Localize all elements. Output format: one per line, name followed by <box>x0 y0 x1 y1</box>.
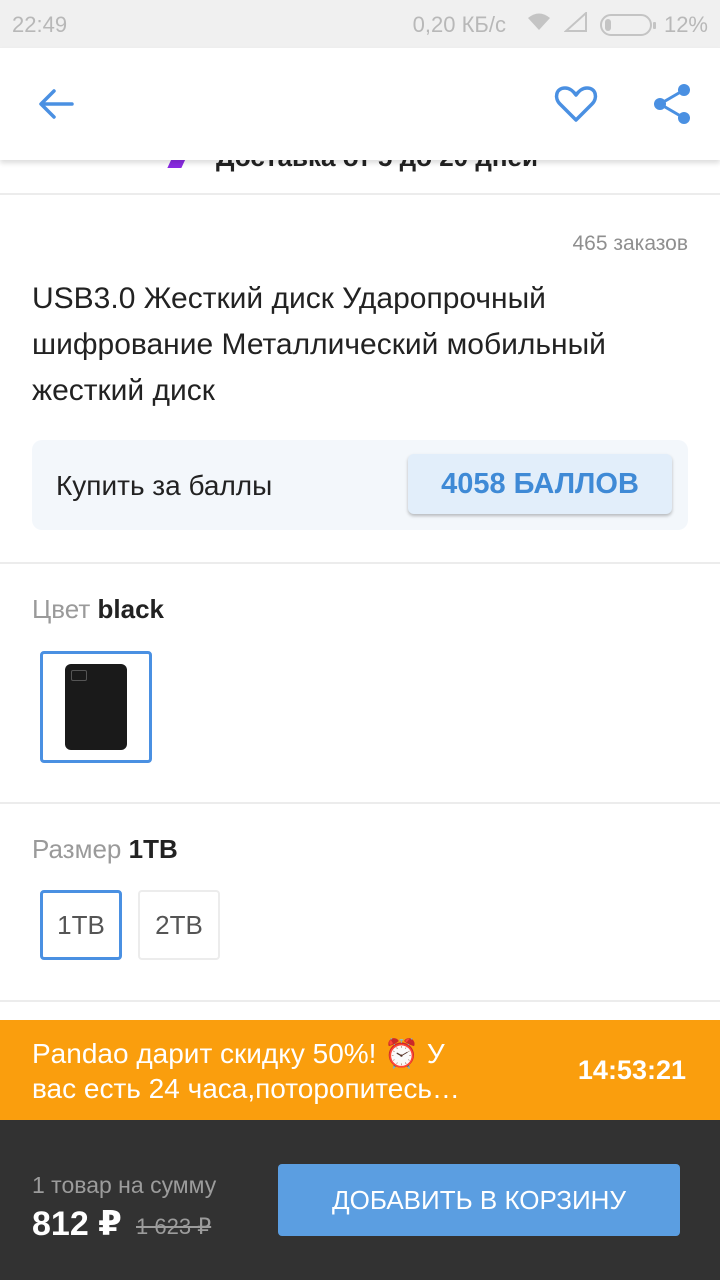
share-button[interactable] <box>644 76 700 132</box>
size-option-label: Размер 1TB <box>32 834 178 865</box>
old-price: 1 623 ₽ <box>136 1214 212 1239</box>
size-label: Размер <box>32 834 122 864</box>
points-label: Купить за баллы <box>56 470 273 501</box>
signal-icon <box>563 10 588 38</box>
color-option-label: Цвет black <box>32 594 164 625</box>
hard-drive-image <box>65 664 127 750</box>
bottom-purchase-bar: 1 товар на сумму 812 ₽ 1 623 ₽ ДОБАВИТЬ … <box>0 1120 720 1280</box>
status-indicators: 0,20 КБ/с 12% <box>412 10 708 38</box>
battery-level: 12% <box>663 12 708 37</box>
battery-icon <box>599 14 656 36</box>
buy-with-points-button[interactable]: 4058 БАЛЛОВ <box>408 454 672 514</box>
status-bar: 22:49 0,20 КБ/с 12% <box>0 0 720 48</box>
color-label: Цвет <box>32 594 91 624</box>
arrow-left-icon <box>39 89 74 119</box>
size-option-1tb[interactable]: 1TB <box>40 890 122 960</box>
heart-icon <box>554 86 598 122</box>
cart-summary-label: 1 товар на сумму <box>32 1172 217 1198</box>
orders-count: 465 заказов <box>572 232 689 255</box>
color-selected-value: black <box>97 594 165 624</box>
current-price: 812 ₽ <box>32 1205 122 1243</box>
status-time: 22:49 <box>12 12 68 37</box>
product-title: USB3.0 Жесткий диск Ударопрочный шифрова… <box>32 282 606 407</box>
size-selected-value: 1TB <box>128 834 178 864</box>
points-panel: Купить за баллы 4058 БАЛЛОВ <box>32 440 688 530</box>
favorite-button[interactable] <box>548 76 604 132</box>
divider <box>0 562 720 564</box>
divider <box>0 193 720 195</box>
wifi-icon <box>526 12 552 38</box>
add-to-cart-button[interactable]: ДОБАВИТЬ В КОРЗИНУ <box>278 1164 680 1236</box>
back-button[interactable] <box>28 76 84 132</box>
promo-banner[interactable]: Pandao дарит скидку 50%! ⏰ У вас есть 24… <box>0 1020 720 1120</box>
promo-timer: 14:53:21 <box>577 1055 686 1085</box>
size-option-2tb[interactable]: 2TB <box>138 890 220 960</box>
color-swatch-black[interactable] <box>40 651 152 763</box>
promo-text: Pandao дарит скидку 50%! ⏰ У вас есть 24… <box>32 1038 460 1104</box>
share-icon <box>654 84 690 124</box>
network-speed: 0,20 КБ/с <box>412 12 506 37</box>
divider <box>0 802 720 804</box>
top-app-bar <box>0 48 720 160</box>
divider <box>0 1000 720 1002</box>
